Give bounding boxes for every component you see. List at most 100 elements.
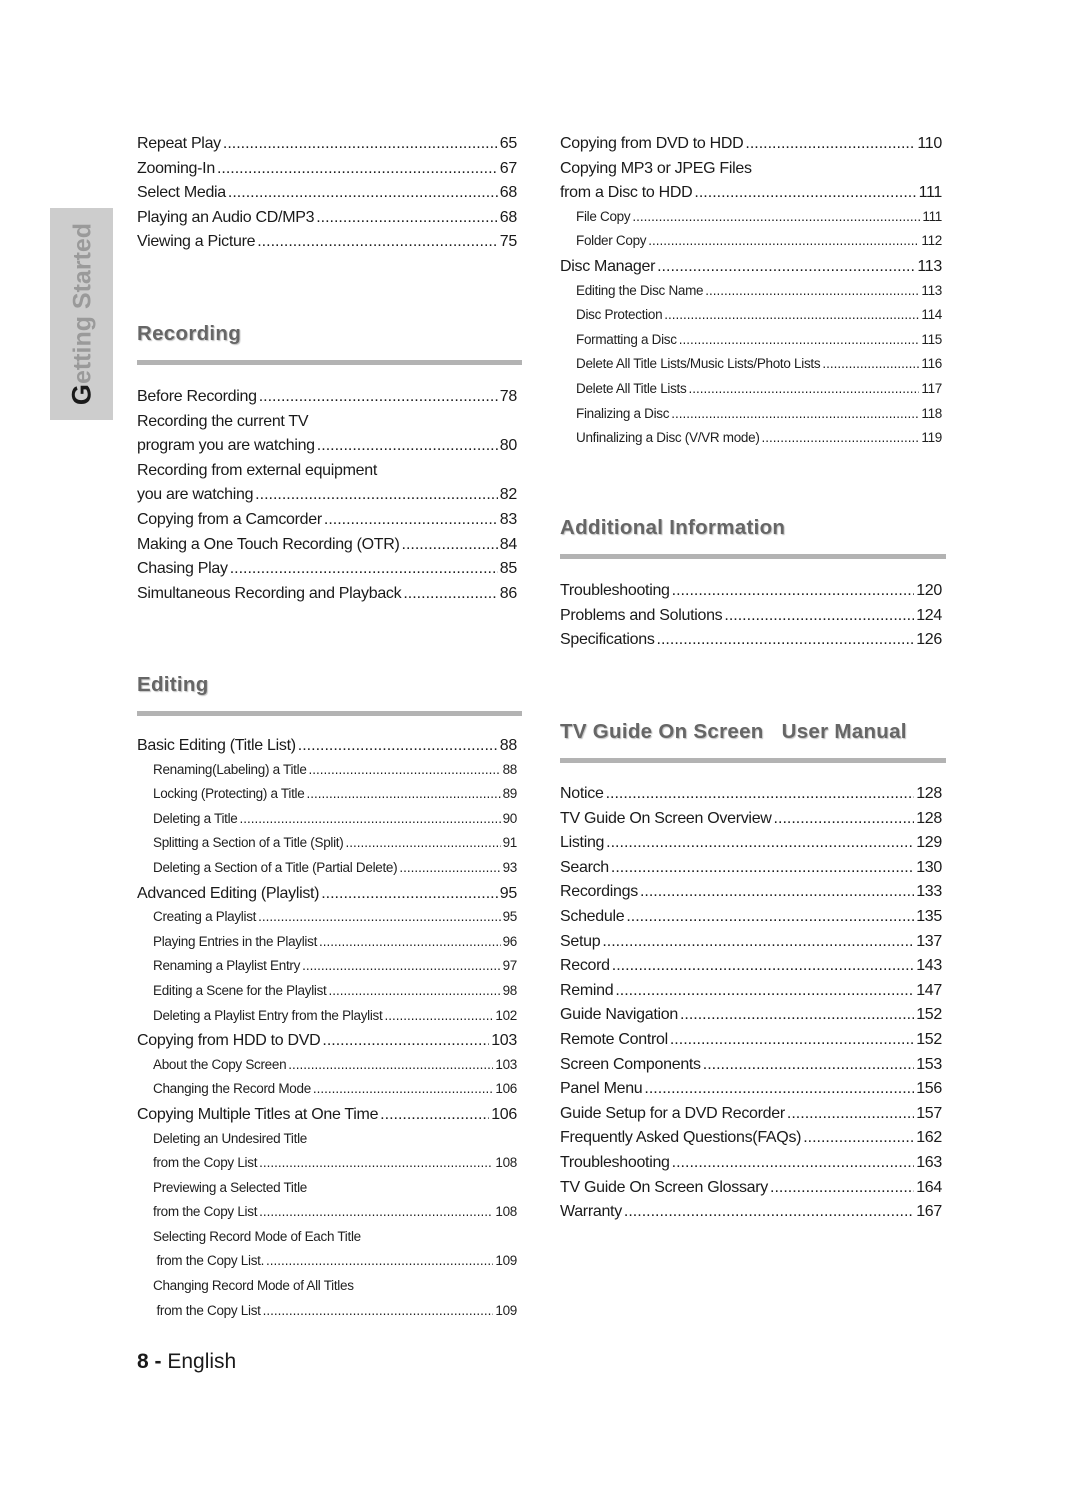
toc-entry[interactable]: TV Guide On Screen Glossary 164 xyxy=(560,1179,942,1204)
toc-entry[interactable]: Renaming(Labeling) a Title 88 xyxy=(137,762,517,787)
toc-entry[interactable]: you are watching 82 xyxy=(137,486,517,511)
toc-entry[interactable]: Guide Navigation 152 xyxy=(560,1006,942,1031)
toc-entry[interactable]: Repeat Play 65 xyxy=(137,135,517,160)
toc-entry[interactable]: Warranty 167 xyxy=(560,1203,942,1228)
dot-leader xyxy=(322,1032,489,1050)
toc-entry[interactable]: Copying from DVD to HDD 110 xyxy=(560,135,942,160)
dot-leader xyxy=(240,811,501,826)
toc-entry[interactable]: Specifications 126 xyxy=(560,631,942,656)
dot-leader xyxy=(259,388,498,406)
toc-entry-page: 110 xyxy=(917,135,942,152)
toc-entry-label: Finalizing a Disc xyxy=(576,405,670,421)
toc-entry[interactable]: Problems and Solutions 124 xyxy=(560,607,942,632)
toc-entry[interactable]: Playing an Audio CD/MP3 68 xyxy=(137,209,517,234)
toc-entry[interactable]: Deleting an Undesired Title xyxy=(137,1131,517,1156)
toc-entry[interactable]: Finalizing a Disc 118 xyxy=(560,406,942,431)
dot-leader xyxy=(313,1081,493,1096)
toc-entry[interactable]: Zooming-In 67 xyxy=(137,160,517,185)
toc-entry[interactable]: Creating a Playlist 95 xyxy=(137,909,517,934)
toc-entry[interactable]: Unfinalizing a Disc (V/VR mode) 119 xyxy=(560,430,942,455)
toc-entry-page: 78 xyxy=(499,388,518,405)
toc-entry[interactable]: TV Guide On Screen Overview 128 xyxy=(560,810,942,835)
toc-entry[interactable]: Record 143 xyxy=(560,957,942,982)
toc-entry-page: 147 xyxy=(916,981,942,999)
toc-entry[interactable]: from the Copy List 108 xyxy=(137,1204,517,1229)
toc-entry[interactable]: Editing a Scene for the Playlist 98 xyxy=(137,983,517,1008)
toc-entry[interactable]: Selecting Record Mode of Each Title xyxy=(137,1229,517,1254)
toc-entry-label: Splitting a Section of a Title (Split) xyxy=(153,835,344,851)
dot-leader xyxy=(302,958,501,973)
toc-entry[interactable]: Troubleshooting 163 xyxy=(560,1154,942,1179)
toc-entry[interactable]: Deleting a Title 90 xyxy=(137,811,517,836)
toc-entry[interactable]: Search 130 xyxy=(560,859,942,884)
toc-entry[interactable]: Locking (Protecting) a Title 89 xyxy=(137,786,517,811)
toc-entry[interactable]: Copying from HDD to DVD 103 xyxy=(137,1032,517,1057)
toc-entry-page: 97 xyxy=(502,958,518,974)
dot-leader xyxy=(306,786,500,801)
toc-entry[interactable]: Disc Protection 114 xyxy=(560,307,942,332)
toc-entry[interactable]: Listing 129 xyxy=(560,834,942,859)
toc-entry[interactable]: Setup 137 xyxy=(560,933,942,958)
toc-entry[interactable]: from the Copy List 109 xyxy=(137,1303,517,1328)
toc-entry[interactable]: Copying Multiple Titles at One Time 106 xyxy=(137,1106,517,1131)
toc-entry-label: Screen Components xyxy=(560,1055,701,1073)
toc-entry[interactable]: from a Disc to HDD 111 xyxy=(560,184,942,209)
toc-entry[interactable]: Advanced Editing (Playlist) 95 xyxy=(137,885,517,910)
dot-leader xyxy=(657,631,915,649)
toc-entry-page: 111 xyxy=(922,208,942,224)
toc-entry[interactable]: Chasing Play 85 xyxy=(137,560,517,585)
toc-entry[interactable]: Copying from a Camcorder 83 xyxy=(137,511,517,536)
toc-entry[interactable]: Changing the Record Mode 106 xyxy=(137,1081,517,1106)
toc-entry[interactable]: from the Copy List. 109 xyxy=(137,1253,517,1278)
toc-entry[interactable]: Guide Setup for a DVD Recorder 157 xyxy=(560,1105,942,1130)
toc-entry-label: Troubleshooting xyxy=(560,1153,670,1171)
dot-leader xyxy=(230,560,498,578)
toc-entry-page: 108 xyxy=(495,1155,517,1171)
toc-entry[interactable]: Simultaneous Recording and Playback 86 xyxy=(137,585,517,610)
toc-entry[interactable]: Remind 147 xyxy=(560,982,942,1007)
toc-entry[interactable]: Viewing a Picture 75 xyxy=(137,233,517,258)
toc-entry-page: 83 xyxy=(499,510,518,528)
toc-entry[interactable]: Making a One Touch Recording (OTR) 84 xyxy=(137,536,517,561)
toc-entry[interactable]: Frequently Asked Questions(FAQs) 162 xyxy=(560,1129,942,1154)
toc-entry-label: Basic Editing (Title List) xyxy=(137,737,296,754)
toc-entry[interactable]: Disc Manager 113 xyxy=(560,258,942,283)
toc-entry[interactable]: Notice 128 xyxy=(560,785,942,810)
toc-entry[interactable]: Folder Copy 112 xyxy=(560,233,942,258)
section-editing: Editing xyxy=(137,673,522,716)
toc-entry[interactable]: Changing Record Mode of All Titles xyxy=(137,1278,517,1303)
toc-entry[interactable]: Recordings 133 xyxy=(560,883,942,908)
toc-entry-label: Formatting a Disc xyxy=(576,331,677,347)
toc-entry[interactable]: Editing the Disc Name 113 xyxy=(560,283,942,308)
toc-entry[interactable]: Previewing a Selected Title xyxy=(137,1180,517,1205)
dot-leader xyxy=(266,1253,493,1268)
toc-entry[interactable]: Splitting a Section of a Title (Split) 91 xyxy=(137,835,517,860)
toc-entry[interactable]: program you are watching 80 xyxy=(137,437,517,462)
toc-entry[interactable]: Screen Components 153 xyxy=(560,1056,942,1081)
toc-entry[interactable]: from the Copy List 108 xyxy=(137,1155,517,1180)
toc-entry[interactable]: Select Media 68 xyxy=(137,184,517,209)
toc-entry[interactable]: Formatting a Disc 115 xyxy=(560,332,942,357)
toc-entry[interactable]: Deleting a Section of a Title (Partial D… xyxy=(137,860,517,885)
toc-entry[interactable]: Remote Control 152 xyxy=(560,1031,942,1056)
toc-entry[interactable]: Schedule 135 xyxy=(560,908,942,933)
toc-entry[interactable]: About the Copy Screen 103 xyxy=(137,1057,517,1082)
toc-entry[interactable]: Troubleshooting 120 xyxy=(560,582,942,607)
toc-entry[interactable]: Playing Entries in the Playlist 96 xyxy=(137,934,517,959)
dot-leader xyxy=(688,381,919,396)
toc-entry[interactable]: Basic Editing (Title List) 88 xyxy=(137,737,517,762)
toc-entry[interactable]: Panel Menu 156 xyxy=(560,1080,942,1105)
toc-entry[interactable]: Delete All Title Lists/Music Lists/Photo… xyxy=(560,356,942,381)
toc-entry-label: Deleting a Section of a Title (Partial D… xyxy=(153,859,398,875)
toc-entry[interactable]: Renaming a Playlist Entry 97 xyxy=(137,958,517,983)
toc-entry-label: Repeat Play xyxy=(137,135,221,152)
toc-entry[interactable]: Copying MP3 or JPEG Files xyxy=(560,160,942,185)
toc-entry-label: Panel Menu xyxy=(560,1080,643,1098)
toc-entry[interactable]: Recording the current TV xyxy=(137,413,517,438)
toc-entry[interactable]: Delete All Title Lists 117 xyxy=(560,381,942,406)
toc-entry[interactable]: Deleting a Playlist Entry from the Playl… xyxy=(137,1008,517,1033)
toc-entry[interactable]: File Copy 111 xyxy=(560,209,942,234)
toc-entry-label: Schedule xyxy=(560,907,625,925)
toc-entry[interactable]: Recording from external equipment xyxy=(137,462,517,487)
toc-entry[interactable]: Before Recording 78 xyxy=(137,388,517,413)
